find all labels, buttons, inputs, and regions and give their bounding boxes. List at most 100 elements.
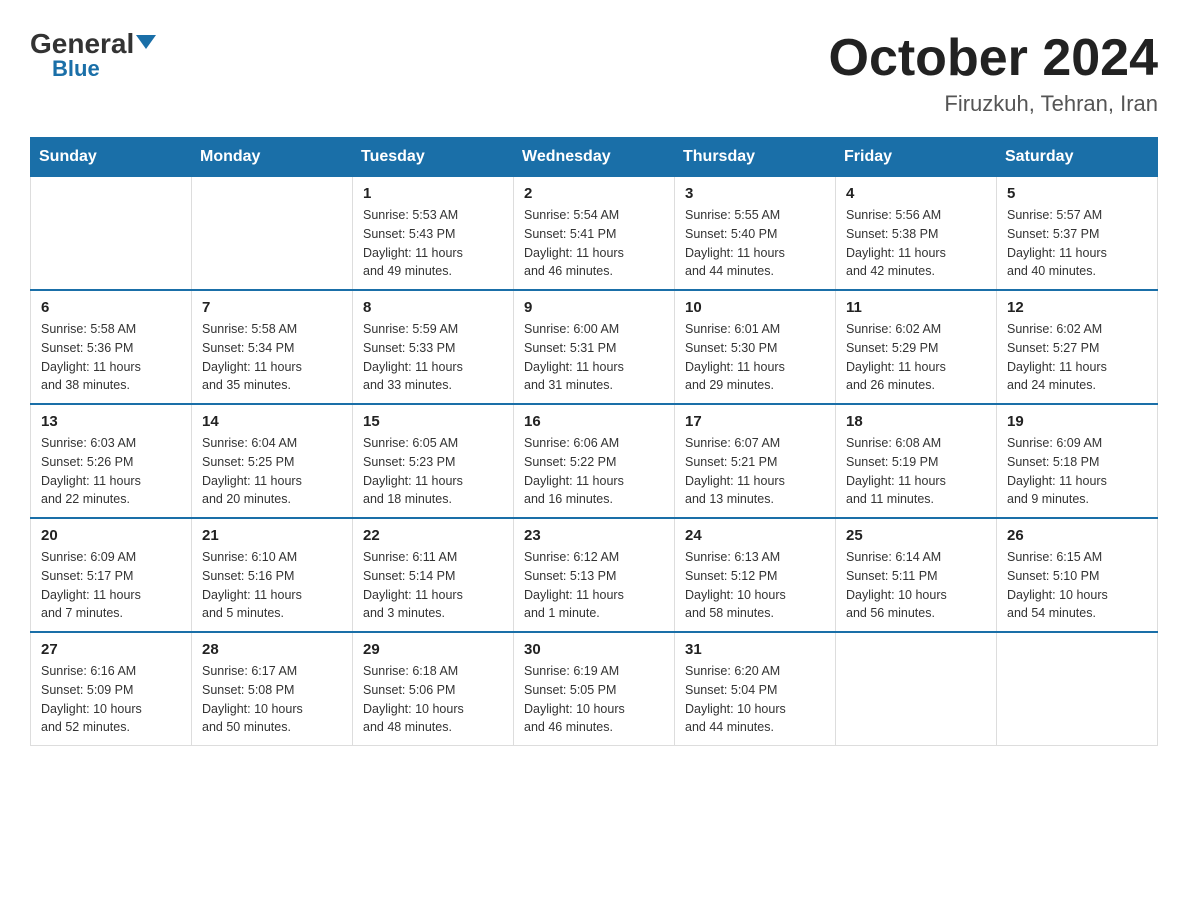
calendar-cell: 8 Sunrise: 5:59 AM Sunset: 5:33 PM Daylig… — [353, 290, 514, 404]
weekday-header-sunday: Sunday — [31, 138, 192, 177]
calendar-cell: 13Sunrise: 6:03 AM Sunset: 5:26 PM Dayli… — [31, 404, 192, 518]
calendar-cell: 14 Sunrise: 6:04 AM Sunset: 5:25 PM Dayli… — [192, 404, 353, 518]
weekday-header-friday: Friday — [836, 138, 997, 177]
day-number: 3 — [685, 185, 825, 202]
calendar-cell: 10Sunrise: 6:01 AM Sunset: 5:30 PM Dayli… — [675, 290, 836, 404]
day-number: 31 — [685, 641, 825, 658]
day-info: Sunrise: 6:03 AM Sunset: 5:26 PM Dayligh… — [41, 434, 181, 509]
day-info: Sunrise: 6:17 AM Sunset: 5:08 PM Dayligh… — [202, 662, 342, 737]
day-info: Sunrise: 5:53 AM Sunset: 5:43 PM Dayligh… — [363, 206, 503, 281]
day-info: Sunrise: 6:18 AM Sunset: 5:06 PM Dayligh… — [363, 662, 503, 737]
calendar-cell: 27 Sunrise: 6:16 AM Sunset: 5:09 PM Dayli… — [31, 632, 192, 746]
day-info: Sunrise: 5:57 AM Sunset: 5:37 PM Dayligh… — [1007, 206, 1147, 281]
day-info: Sunrise: 6:12 AM Sunset: 5:13 PM Dayligh… — [524, 548, 664, 623]
calendar-cell: 11Sunrise: 6:02 AM Sunset: 5:29 PM Dayli… — [836, 290, 997, 404]
calendar-cell: 29 Sunrise: 6:18 AM Sunset: 5:06 PM Dayli… — [353, 632, 514, 746]
page-header: General Blue October 2024 Firuzkuh, Tehr… — [30, 30, 1158, 117]
day-info: Sunrise: 5:58 AM Sunset: 5:36 PM Dayligh… — [41, 320, 181, 395]
calendar-cell: 15 Sunrise: 6:05 AM Sunset: 5:23 PM Dayli… — [353, 404, 514, 518]
calendar-cell — [31, 177, 192, 291]
day-info: Sunrise: 6:02 AM Sunset: 5:29 PM Dayligh… — [846, 320, 986, 395]
day-number: 16 — [524, 413, 664, 430]
weekday-header-thursday: Thursday — [675, 138, 836, 177]
day-number: 6 — [41, 299, 181, 316]
calendar-cell: 16 Sunrise: 6:06 AM Sunset: 5:22 PM Dayli… — [514, 404, 675, 518]
day-info: Sunrise: 6:08 AM Sunset: 5:19 PM Dayligh… — [846, 434, 986, 509]
calendar-cell: 17Sunrise: 6:07 AM Sunset: 5:21 PM Dayli… — [675, 404, 836, 518]
day-number: 24 — [685, 527, 825, 544]
calendar-week-row: 27 Sunrise: 6:16 AM Sunset: 5:09 PM Dayli… — [31, 632, 1158, 746]
calendar-cell: 7Sunrise: 5:58 AM Sunset: 5:34 PM Daylig… — [192, 290, 353, 404]
day-info: Sunrise: 6:06 AM Sunset: 5:22 PM Dayligh… — [524, 434, 664, 509]
calendar-cell: 20 Sunrise: 6:09 AM Sunset: 5:17 PM Dayli… — [31, 518, 192, 632]
logo-triangle-icon — [136, 35, 156, 49]
day-number: 5 — [1007, 185, 1147, 202]
title-block: October 2024 Firuzkuh, Tehran, Iran — [829, 30, 1159, 117]
month-title: October 2024 — [829, 30, 1159, 87]
weekday-header-saturday: Saturday — [997, 138, 1158, 177]
day-info: Sunrise: 6:13 AM Sunset: 5:12 PM Dayligh… — [685, 548, 825, 623]
day-info: Sunrise: 5:59 AM Sunset: 5:33 PM Dayligh… — [363, 320, 503, 395]
day-number: 28 — [202, 641, 342, 658]
day-number: 19 — [1007, 413, 1147, 430]
calendar-header-row: SundayMondayTuesdayWednesdayThursdayFrid… — [31, 138, 1158, 177]
calendar-cell: 30Sunrise: 6:19 AM Sunset: 5:05 PM Dayli… — [514, 632, 675, 746]
day-number: 17 — [685, 413, 825, 430]
day-info: Sunrise: 6:19 AM Sunset: 5:05 PM Dayligh… — [524, 662, 664, 737]
calendar-cell: 18 Sunrise: 6:08 AM Sunset: 5:19 PM Dayli… — [836, 404, 997, 518]
day-info: Sunrise: 6:16 AM Sunset: 5:09 PM Dayligh… — [41, 662, 181, 737]
calendar-table: SundayMondayTuesdayWednesdayThursdayFrid… — [30, 137, 1158, 746]
day-info: Sunrise: 5:54 AM Sunset: 5:41 PM Dayligh… — [524, 206, 664, 281]
day-info: Sunrise: 6:00 AM Sunset: 5:31 PM Dayligh… — [524, 320, 664, 395]
weekday-header-monday: Monday — [192, 138, 353, 177]
day-number: 9 — [524, 299, 664, 316]
day-info: Sunrise: 6:05 AM Sunset: 5:23 PM Dayligh… — [363, 434, 503, 509]
day-number: 27 — [41, 641, 181, 658]
calendar-cell — [997, 632, 1158, 746]
calendar-cell: 3 Sunrise: 5:55 AM Sunset: 5:40 PM Daylig… — [675, 177, 836, 291]
day-number: 12 — [1007, 299, 1147, 316]
day-info: Sunrise: 6:09 AM Sunset: 5:18 PM Dayligh… — [1007, 434, 1147, 509]
day-number: 8 — [363, 299, 503, 316]
calendar-cell: 5 Sunrise: 5:57 AM Sunset: 5:37 PM Daylig… — [997, 177, 1158, 291]
calendar-week-row: 6 Sunrise: 5:58 AM Sunset: 5:36 PM Daylig… — [31, 290, 1158, 404]
day-number: 2 — [524, 185, 664, 202]
calendar-week-row: 1Sunrise: 5:53 AM Sunset: 5:43 PM Daylig… — [31, 177, 1158, 291]
calendar-cell: 19 Sunrise: 6:09 AM Sunset: 5:18 PM Dayli… — [997, 404, 1158, 518]
day-number: 29 — [363, 641, 503, 658]
logo-general-text: General — [30, 30, 134, 58]
calendar-week-row: 13Sunrise: 6:03 AM Sunset: 5:26 PM Dayli… — [31, 404, 1158, 518]
day-number: 10 — [685, 299, 825, 316]
calendar-cell: 21Sunrise: 6:10 AM Sunset: 5:16 PM Dayli… — [192, 518, 353, 632]
calendar-cell: 22 Sunrise: 6:11 AM Sunset: 5:14 PM Dayli… — [353, 518, 514, 632]
calendar-cell: 26Sunrise: 6:15 AM Sunset: 5:10 PM Dayli… — [997, 518, 1158, 632]
day-info: Sunrise: 5:55 AM Sunset: 5:40 PM Dayligh… — [685, 206, 825, 281]
calendar-cell: 2 Sunrise: 5:54 AM Sunset: 5:41 PM Daylig… — [514, 177, 675, 291]
calendar-cell: 9 Sunrise: 6:00 AM Sunset: 5:31 PM Daylig… — [514, 290, 675, 404]
day-info: Sunrise: 6:20 AM Sunset: 5:04 PM Dayligh… — [685, 662, 825, 737]
calendar-cell: 24 Sunrise: 6:13 AM Sunset: 5:12 PM Dayli… — [675, 518, 836, 632]
calendar-cell: 23Sunrise: 6:12 AM Sunset: 5:13 PM Dayli… — [514, 518, 675, 632]
calendar-cell: 1Sunrise: 5:53 AM Sunset: 5:43 PM Daylig… — [353, 177, 514, 291]
location-title: Firuzkuh, Tehran, Iran — [829, 91, 1159, 117]
calendar-cell — [836, 632, 997, 746]
weekday-header-wednesday: Wednesday — [514, 138, 675, 177]
day-number: 14 — [202, 413, 342, 430]
day-info: Sunrise: 6:10 AM Sunset: 5:16 PM Dayligh… — [202, 548, 342, 623]
calendar-cell: 6 Sunrise: 5:58 AM Sunset: 5:36 PM Daylig… — [31, 290, 192, 404]
calendar-week-row: 20 Sunrise: 6:09 AM Sunset: 5:17 PM Dayli… — [31, 518, 1158, 632]
calendar-cell: 4Sunrise: 5:56 AM Sunset: 5:38 PM Daylig… — [836, 177, 997, 291]
day-info: Sunrise: 6:11 AM Sunset: 5:14 PM Dayligh… — [363, 548, 503, 623]
day-info: Sunrise: 6:04 AM Sunset: 5:25 PM Dayligh… — [202, 434, 342, 509]
logo-blue-text: Blue — [52, 58, 100, 80]
day-number: 26 — [1007, 527, 1147, 544]
day-number: 7 — [202, 299, 342, 316]
day-number: 20 — [41, 527, 181, 544]
weekday-header-tuesday: Tuesday — [353, 138, 514, 177]
day-number: 15 — [363, 413, 503, 430]
day-number: 22 — [363, 527, 503, 544]
day-info: Sunrise: 6:09 AM Sunset: 5:17 PM Dayligh… — [41, 548, 181, 623]
day-number: 18 — [846, 413, 986, 430]
day-info: Sunrise: 5:56 AM Sunset: 5:38 PM Dayligh… — [846, 206, 986, 281]
day-number: 25 — [846, 527, 986, 544]
